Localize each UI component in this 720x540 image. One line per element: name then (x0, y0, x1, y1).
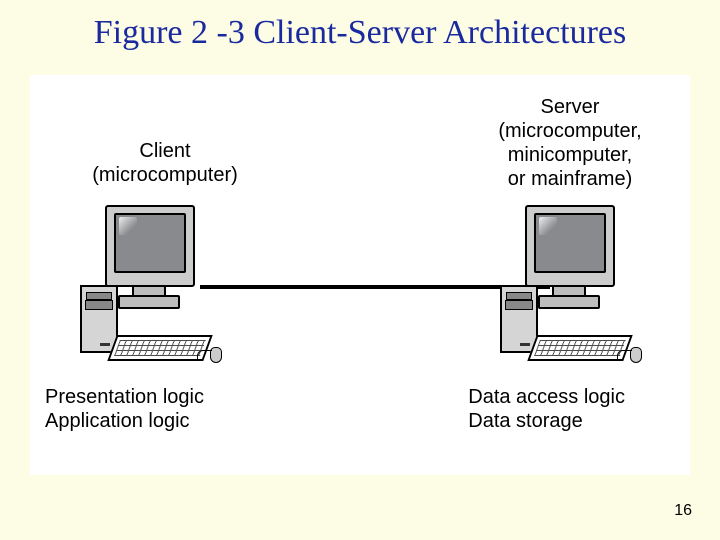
server-mouse-icon (630, 347, 642, 363)
client-computer-icon (80, 205, 210, 365)
client-monitor-base (118, 295, 180, 309)
diagram-area: Client (microcomputer) Server (microcomp… (30, 75, 690, 475)
server-monitor-icon (525, 205, 615, 287)
slide: Figure 2 -3 Client-Server Architectures … (0, 0, 720, 540)
page-number: 16 (674, 502, 692, 520)
client-tower-icon (80, 285, 118, 353)
server-label-top: Server (microcomputer, minicomputer, or … (460, 95, 680, 191)
client-label-top: Client (microcomputer) (85, 139, 245, 187)
server-label-bottom: Data access logic Data storage (468, 385, 625, 433)
server-tower-icon (500, 285, 538, 353)
server-computer-icon (500, 205, 630, 365)
slide-title: Figure 2 -3 Client-Server Architectures (0, 14, 720, 52)
client-mouse-icon (210, 347, 222, 363)
client-monitor-icon (105, 205, 195, 287)
network-connection-line (200, 285, 550, 289)
client-label-bottom: Presentation logic Application logic (45, 385, 204, 433)
server-monitor-base (538, 295, 600, 309)
